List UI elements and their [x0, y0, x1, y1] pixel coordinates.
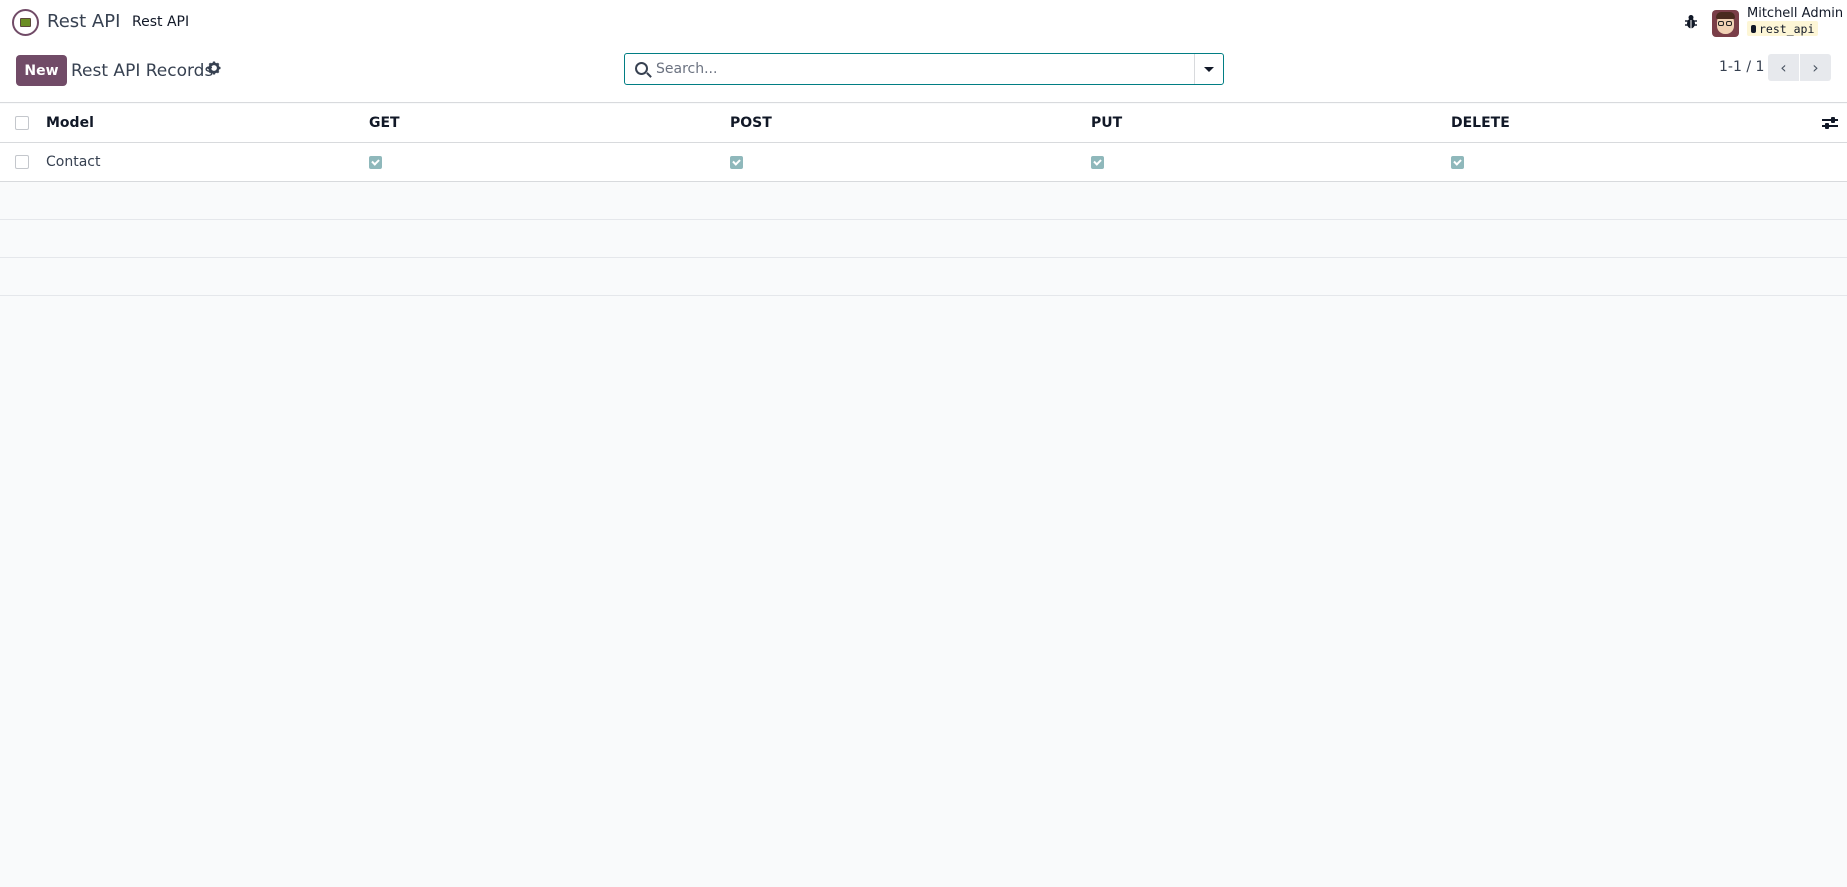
app-logo-icon[interactable] — [12, 9, 39, 36]
caret-down-icon — [1204, 66, 1214, 72]
table-row[interactable]: Contact — [0, 143, 1847, 182]
avatar[interactable] — [1712, 10, 1739, 37]
database-name: rest_api — [1759, 21, 1815, 36]
control-panel: New Rest API Records 1-1 / 1 ‹ › — [0, 46, 1847, 103]
pager-previous-button[interactable]: ‹ — [1768, 54, 1799, 81]
menu-item-rest-api[interactable]: Rest API — [132, 14, 189, 30]
pager-next-button[interactable]: › — [1800, 54, 1831, 81]
database-icon — [1751, 24, 1756, 33]
cell-post-checkbox — [730, 156, 743, 169]
new-button[interactable]: New — [16, 55, 67, 86]
select-all-checkbox[interactable] — [15, 116, 29, 130]
column-header-put[interactable]: PUT — [1091, 115, 1122, 131]
gear-icon[interactable] — [207, 61, 221, 75]
cell-get-checkbox — [369, 156, 382, 169]
search-icon — [635, 62, 648, 75]
list-view: Model GET POST PUT DELETE Contact — [0, 104, 1847, 296]
database-badge: rest_api — [1747, 21, 1819, 36]
bug-icon[interactable] — [1684, 14, 1698, 30]
app-name[interactable]: Rest API — [47, 11, 120, 32]
search-bar — [624, 53, 1224, 85]
cell-put-checkbox — [1091, 156, 1104, 169]
cell-delete-checkbox — [1451, 156, 1464, 169]
column-header-post[interactable]: POST — [730, 115, 772, 131]
page-title: Rest API Records — [71, 61, 214, 81]
search-input[interactable] — [656, 57, 1206, 81]
top-navbar: Rest API Rest API Mitchell Admin rest_ap… — [0, 0, 1847, 46]
search-options-toggle[interactable] — [1194, 54, 1223, 84]
table-header: Model GET POST PUT DELETE — [0, 104, 1847, 143]
column-header-model[interactable]: Model — [46, 115, 94, 131]
column-header-get[interactable]: GET — [369, 115, 400, 131]
pager-value[interactable]: 1-1 / 1 — [1719, 59, 1764, 75]
chevron-right-icon: › — [1812, 58, 1819, 77]
empty-row — [0, 182, 1847, 220]
empty-row — [0, 220, 1847, 258]
column-header-delete[interactable]: DELETE — [1451, 115, 1510, 131]
user-name[interactable]: Mitchell Admin — [1747, 6, 1843, 21]
column-settings-icon[interactable] — [1822, 116, 1838, 130]
row-select-checkbox[interactable] — [15, 155, 29, 169]
cell-model[interactable]: Contact — [46, 154, 100, 170]
chevron-left-icon: ‹ — [1780, 58, 1787, 77]
empty-row — [0, 258, 1847, 296]
